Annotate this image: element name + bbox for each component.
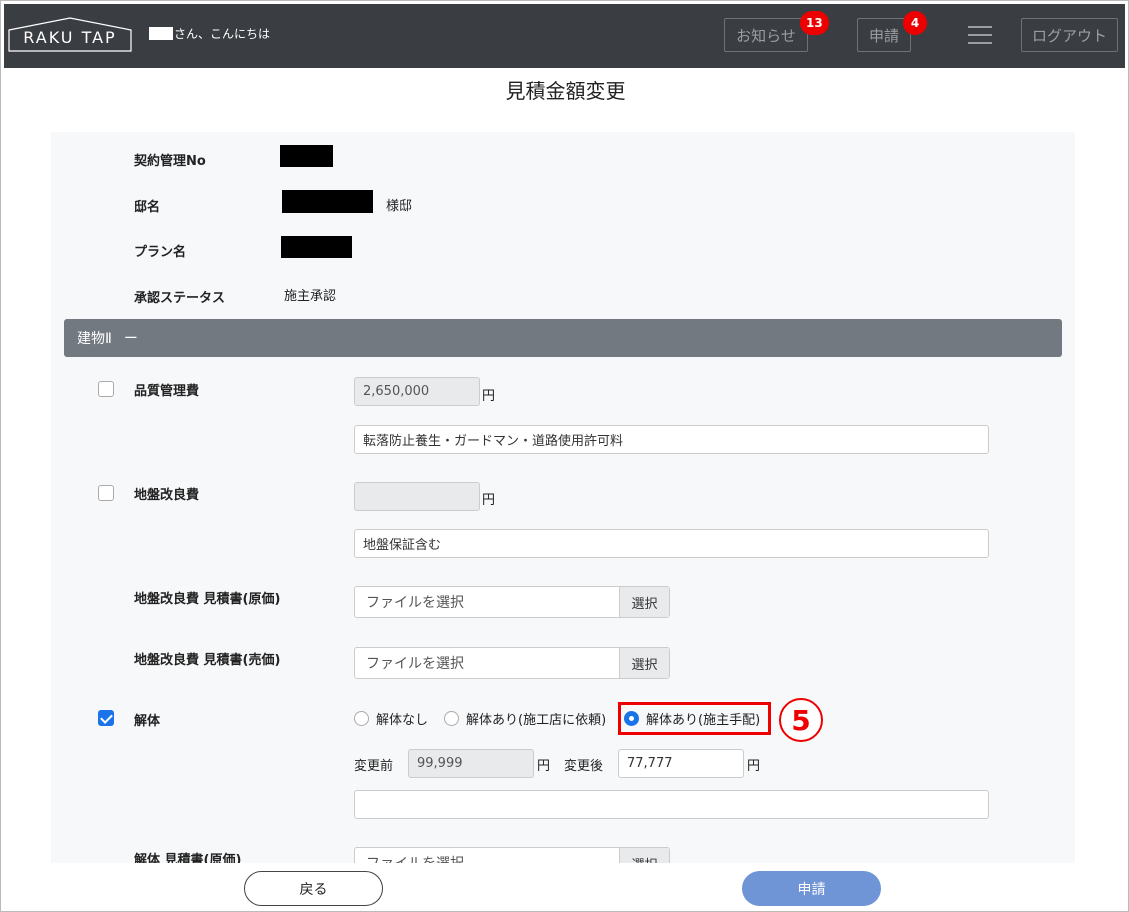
demolition-label: 解体 [134,714,161,729]
radio-demolition-builder[interactable]: 解体あり(施工店に依頼) [444,709,606,728]
quality-note-field[interactable]: 転落防止養生・ガードマン・道路使用許可料 [354,425,989,454]
form-panel: 契約管理No 邸名 様邸 プラン名 承認ステータス 施主承認 建物Ⅱ ー 品質管… [51,132,1075,863]
ground-unit: 円 [482,493,496,508]
ground-checkbox[interactable] [98,485,114,501]
ground-cost-select-button[interactable]: 選択 [619,587,669,617]
ground-label: 地盤改良費 [134,488,200,503]
section-title: 建物Ⅱ [77,331,112,347]
logout-label: ログアウト [1031,26,1107,45]
after-label: 変更後 [564,759,604,774]
residence-suffix: 様邸 [386,199,413,214]
demolition-checkbox[interactable] [98,710,114,726]
radio-none-label: 解体なし [376,713,429,728]
status-label: 承認ステータス [134,291,226,306]
residence-label: 邸名 [134,200,161,215]
greeting-text: さん、こんにちは [174,27,271,41]
plan-redacted [281,236,352,258]
ground-amount-field [354,482,480,511]
demolition-cost-file-placeholder: ファイルを選択 [355,848,619,863]
after-amount-input[interactable]: 77,777 [618,749,744,778]
apply-count-badge: 4 [903,11,927,35]
apply-header-label: 申請 [868,26,899,45]
quality-label: 品質管理費 [134,384,200,399]
ground-note-field[interactable]: 地盤保証含む [354,529,989,558]
ground-sale-file-placeholder: ファイルを選択 [366,656,464,672]
top-bar: RAKU TAP さん、こんにちは お知らせ 13 申請 4 ログアウト [4,4,1125,68]
plan-label: プラン名 [134,245,187,260]
submit-button[interactable]: 申請 [742,871,881,906]
notice-button[interactable]: お知らせ [724,18,808,52]
section-header[interactable]: 建物Ⅱ ー [64,319,1062,357]
contract-no-redacted [280,145,333,167]
demolition-cost-file-picker[interactable]: ファイルを選択 選択 [354,847,670,863]
demolition-note-field[interactable] [354,790,989,819]
page-title: 見積金額変更 [505,79,626,103]
logo-text: RAKU TAP [23,28,117,47]
step-number-badge: 5 [779,698,823,742]
demolition-cost-file-label: 解体 見積書(原価) [134,853,242,863]
notice-count-badge: 13 [800,11,829,35]
before-amount-field: 99,999 [408,749,534,778]
greeting: さん、こんにちは [149,25,270,42]
after-unit: 円 [747,759,761,774]
radio-none-dot[interactable] [354,711,369,726]
ground-sale-file-picker[interactable]: ファイルを選択 選択 [354,647,670,679]
page-frame: RAKU TAP さん、こんにちは お知らせ 13 申請 4 ログアウト 見積金… [0,0,1129,912]
radio-builder-label: 解体あり(施工店に依頼) [466,713,607,728]
ground-cost-file-label: 地盤改良費 見積書(原価) [134,592,281,607]
ground-cost-file-placeholder: ファイルを選択 [366,595,464,611]
user-name-redacted [149,27,173,40]
contract-no-label: 契約管理No [134,154,206,169]
back-button[interactable]: 戻る [244,871,383,906]
logo[interactable]: RAKU TAP [8,17,132,52]
radio-builder-dot[interactable] [444,711,459,726]
ground-cost-file-picker[interactable]: ファイルを選択 選択 [354,586,670,618]
ground-sale-file-label: 地盤改良費 見積書(売価) [134,653,281,668]
demolition-cost-select-button[interactable]: 選択 [619,848,669,863]
ground-sale-select-button[interactable]: 選択 [619,648,669,678]
quality-unit: 円 [482,389,496,404]
before-label: 変更前 [354,759,394,774]
status-value: 施主承認 [284,289,337,304]
menu-icon[interactable] [968,26,992,46]
radio-demolition-none[interactable]: 解体なし [354,709,428,728]
logout-button[interactable]: ログアウト [1021,18,1118,52]
before-unit: 円 [537,759,551,774]
highlight-box [618,702,771,735]
residence-redacted [282,190,373,213]
quality-amount-field: 2,650,000 [354,377,480,406]
notice-label: お知らせ [736,26,796,45]
collapse-icon[interactable]: ー [124,328,138,348]
quality-checkbox[interactable] [98,381,114,397]
